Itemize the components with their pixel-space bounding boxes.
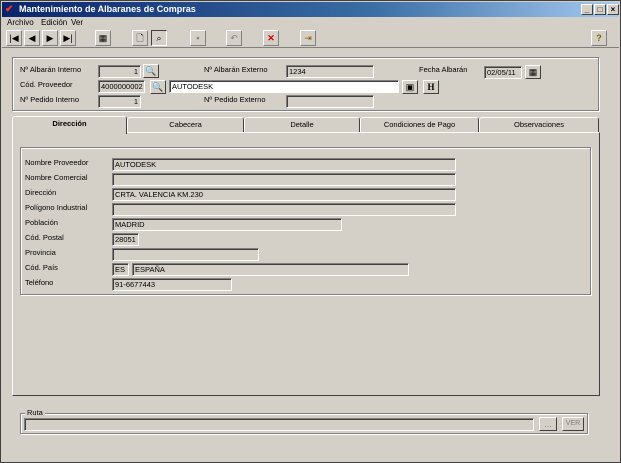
pedido-interno-label: Nº Pedido Interno [20,95,80,104]
tab-detalle[interactable]: Detalle [244,117,360,133]
maximize-button[interactable]: □ [594,4,606,15]
fecha-albaran-field[interactable]: 02/05/11 [484,66,522,79]
next-record-icon[interactable]: ▶ [42,30,58,46]
albaran-externo-label: Nº Albarán Externo [204,65,268,74]
last-record-icon[interactable]: ▶| [60,30,76,46]
nombre-proveedor-field[interactable]: AUTODESK [112,158,456,171]
exit-icon[interactable]: ⇥ [300,30,316,46]
close-button[interactable]: × [607,4,619,15]
pedido-externo-label: Nº Pedido Externo [204,95,266,104]
pedido-interno-field[interactable]: 1 [98,95,141,108]
search-proveedor-icon[interactable]: 🔍 [150,80,166,94]
direccion-label: Dirección [25,188,57,197]
cod-proveedor-field[interactable]: 4000000002 [98,80,145,93]
albaran-interno-label: Nº Albarán Interno [20,65,82,74]
undo-icon[interactable]: ↶ [226,30,242,46]
albaran-externo-field[interactable]: 1234 [286,65,374,78]
tab-strip: Dirección Cabecera Detalle Condiciones d… [12,116,600,134]
ruta-group: Ruta ... VER [20,408,588,434]
poligono-field[interactable] [112,203,456,216]
tab-observaciones[interactable]: Observaciones [479,117,599,133]
tab-direccion[interactable]: Dirección [12,116,127,134]
albaran-interno-field[interactable]: 1 [98,65,141,78]
calendar-icon[interactable]: ▦ [525,65,541,79]
toolbar: |◀ ◀ ▶ ▶| ▦ 🗋 ⌕ ▪ ↶ ✕ ⇥ ? [2,28,619,48]
cod-pais-label: Cód. País [25,263,58,272]
minimize-button[interactable]: _ [581,4,593,15]
main-window: ✔ Mantenimiento de Albaranes de Compras … [0,0,621,463]
cod-proveedor-label: Cód. Proveedor [20,80,73,89]
first-record-icon[interactable]: |◀ [6,30,22,46]
save-icon[interactable]: ▪ [190,30,206,46]
cod-pais-field[interactable]: ES [112,263,129,276]
fecha-albaran-label: Fecha Albarán [419,65,468,74]
provincia-field[interactable] [112,248,259,261]
tab-cabecera[interactable]: Cabecera [127,117,244,133]
tab-condiciones-pago[interactable]: Condiciones de Pago [360,117,479,133]
poblacion-field[interactable]: MADRID [112,218,342,231]
direccion-group: Nombre Proveedor AUTODESK Nombre Comerci… [20,147,591,295]
header-group: Nº Albarán Interno 1 🔍 Nº Albarán Extern… [12,57,599,111]
nombre-comercial-label: Nombre Comercial [25,173,88,182]
telefono-label: Teléfono [25,278,54,287]
ruta-browse-button[interactable]: ... [539,417,557,431]
window-title: Mantenimiento de Albaranes de Compras [19,4,196,14]
search-albaran-icon[interactable]: 🔍 [143,64,159,78]
nombre-comercial-field[interactable] [112,173,456,186]
pedido-externo-field[interactable] [286,95,374,108]
ruta-label: Ruta [25,408,45,418]
calendar-grid-icon[interactable]: ▦ [95,30,111,46]
prev-record-icon[interactable]: ◀ [24,30,40,46]
proveedor-name-field[interactable]: AUTODESK [169,80,399,93]
find-icon[interactable]: ⌕ [151,30,167,46]
tab-page-direccion: Nombre Proveedor AUTODESK Nombre Comerci… [12,132,600,396]
title-bar: ✔ Mantenimiento de Albaranes de Compras … [2,2,619,17]
help-icon[interactable]: ? [591,30,607,46]
new-document-icon[interactable]: 🗋 [132,30,148,46]
app-icon: ✔ [5,4,14,15]
ruta-field[interactable] [24,418,534,431]
direccion-field[interactable]: CRTA. VALENCIA KM.230 [112,188,456,201]
delete-icon[interactable]: ✕ [263,30,279,46]
h-button[interactable]: H [423,80,439,94]
poblacion-label: Población [25,218,58,227]
nombre-proveedor-label: Nombre Proveedor [25,158,89,167]
telefono-field[interactable]: 91-6677443 [112,278,232,291]
cod-postal-label: Cód. Postal [25,233,64,242]
pais-name-field[interactable]: ESPAÑA [132,263,409,276]
cod-postal-field[interactable]: 28051 [112,233,139,246]
save-proveedor-icon[interactable]: ▣ [402,80,418,94]
provincia-label: Provincia [25,248,56,257]
poligono-label: Polígono Industrial [25,203,88,212]
ver-button[interactable]: VER [562,417,584,431]
